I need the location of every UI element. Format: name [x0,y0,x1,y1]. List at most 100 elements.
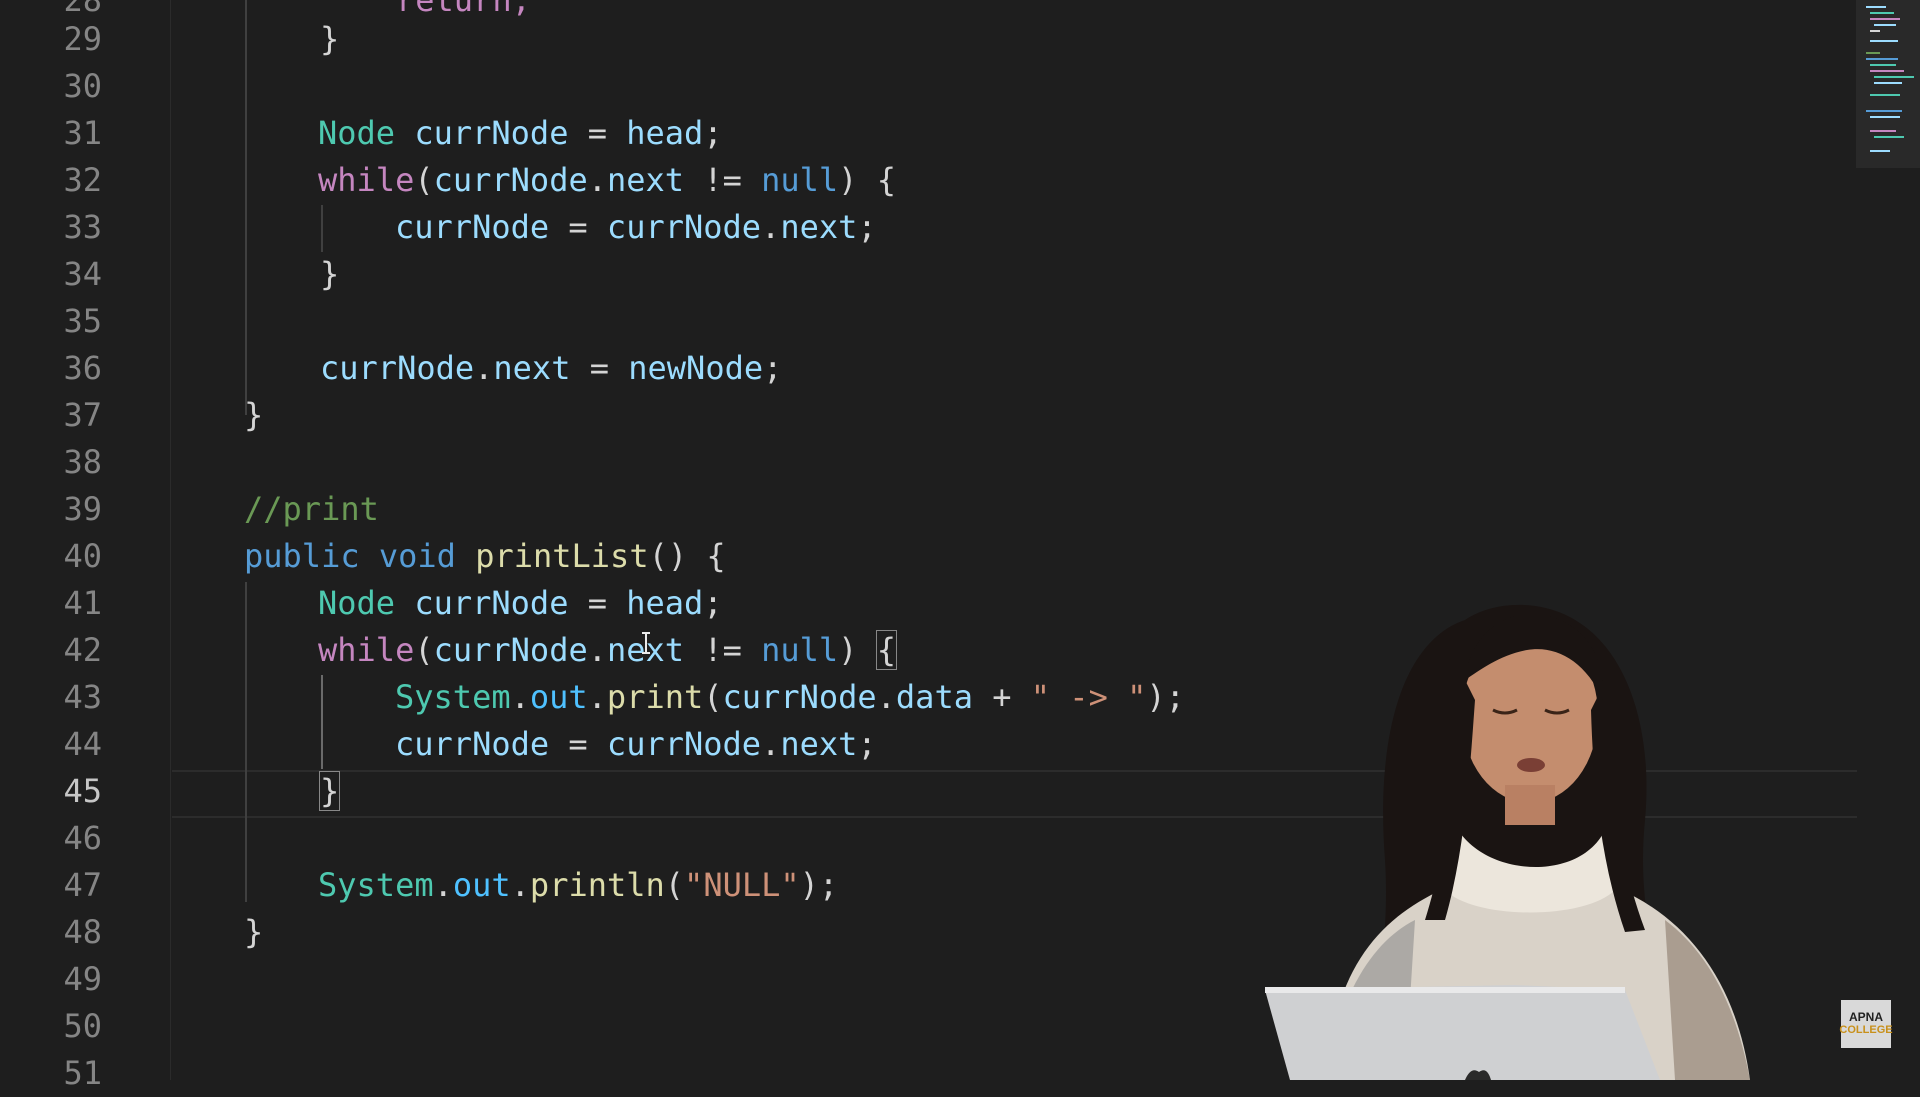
brace: } [244,913,264,951]
control-keyword: while [318,161,415,199]
line-number: 36 [63,349,102,387]
code-editor[interactable]: 28 29 30 31 32 33 34 35 36 37 38 39 40 4… [0,0,1920,1092]
punctuation-token: . [587,631,607,669]
line-number: 44 [63,725,102,763]
comment-token: //print [244,490,379,528]
minimap-line [1874,76,1914,78]
logo-text-top: APNA [1848,1010,1883,1024]
minimap-line [1874,24,1896,26]
function-name-token: println [529,866,665,904]
minimap-line [1866,110,1902,112]
indent-guide [245,582,247,902]
line-number: 38 [63,443,102,481]
line-number: 42 [63,631,102,669]
line-number: 35 [63,302,102,340]
variable-token: next [493,349,571,387]
punctuation-token: ( [703,678,723,716]
keyword-token: public [244,537,360,575]
punctuation-token: ( [414,631,434,669]
punctuation-token: ); [1146,678,1185,716]
code-line: } [244,909,263,956]
line-number: 51 [63,1054,102,1092]
operator-token: = [549,725,607,763]
minimap[interactable] [1856,0,1920,180]
punctuation-token: ( [664,866,685,904]
variable-token: next [780,208,858,246]
minimap-line [1870,150,1890,152]
code-line: Node currNode = head; [318,110,723,157]
control-keyword: while [318,631,415,669]
field-token: out [529,678,588,716]
string-token: " -> " [1030,678,1147,716]
code-line: while(currNode.next != null) { [318,157,896,204]
variable-token: currNode [320,349,475,387]
class-token: System [395,678,511,716]
punctuation-token: ) [838,631,877,669]
operator-token: != [684,161,762,199]
variable-token: head [626,584,704,622]
operator-token: = [570,349,629,387]
line-number: 48 [63,913,102,951]
code-line: System.out.print(currNode.data + " -> ")… [395,674,1185,721]
variable-token: next [780,725,858,763]
minimap-line [1870,30,1880,32]
variable-token: currNode [606,208,762,246]
text-cursor-icon-svg [642,632,650,654]
field-token: out [452,866,511,904]
line-number: 34 [63,255,102,293]
presenter-video-icon [1265,604,1750,1080]
minimap-line [1870,130,1896,132]
minimap-line [1870,12,1894,14]
punctuation-token: . [761,208,781,246]
line-number: 40 [63,537,102,575]
keyword-token: void [378,537,456,575]
variable-token: head [626,114,704,152]
minimap-line [1870,18,1900,20]
minimap-line [1866,58,1898,60]
line-number: 47 [63,866,102,904]
indent-guide [245,0,247,415]
minimap-line [1870,70,1904,72]
variable-token: currNode [433,161,588,199]
punctuation-token: . [587,678,607,716]
punctuation-token: . [474,349,494,387]
variable-token: currNode [395,208,550,246]
operator-token: = [549,208,607,246]
punctuation-token: ) { [838,161,896,199]
line-number: 49 [63,960,102,998]
minimap-line [1866,52,1880,54]
punctuation-token: . [433,866,453,904]
line-number: 31 [63,114,102,152]
line-number-active: 45 [63,772,102,810]
line-number-gutter: 28 29 30 31 32 33 34 35 36 37 38 39 40 4… [0,0,115,1092]
string-token: "NULL" [684,866,800,904]
punctuation-token: . [510,678,530,716]
type-token: Node [318,584,396,622]
punctuation-token: . [876,678,896,716]
punctuation-token: ( [414,161,434,199]
minimap-line [1874,82,1902,84]
line-number: 43 [63,678,102,716]
punctuation-token: ; [703,584,723,622]
operator-token: + [972,678,1031,716]
line-number: 46 [63,819,102,857]
minimap-line [1874,136,1904,138]
variable-token: newNode [628,349,764,387]
line-number: 33 [63,208,102,246]
indent-guide [321,205,323,252]
code-line: while(currNode.next != null) { [318,627,897,674]
brace: } [320,20,340,58]
variable-token: currNode [414,584,569,622]
operator-token: = [568,114,627,152]
code-line: } [320,16,339,63]
logo-text-bottom: COLLEGE [1839,1024,1893,1036]
minimap-line [1870,40,1898,42]
line-number: 39 [63,490,102,528]
variable-token: currNode [414,114,569,152]
matched-open-brace: { [875,630,897,670]
code-line: currNode = currNode.next; [395,204,877,251]
function-name-token: printList [475,537,649,575]
